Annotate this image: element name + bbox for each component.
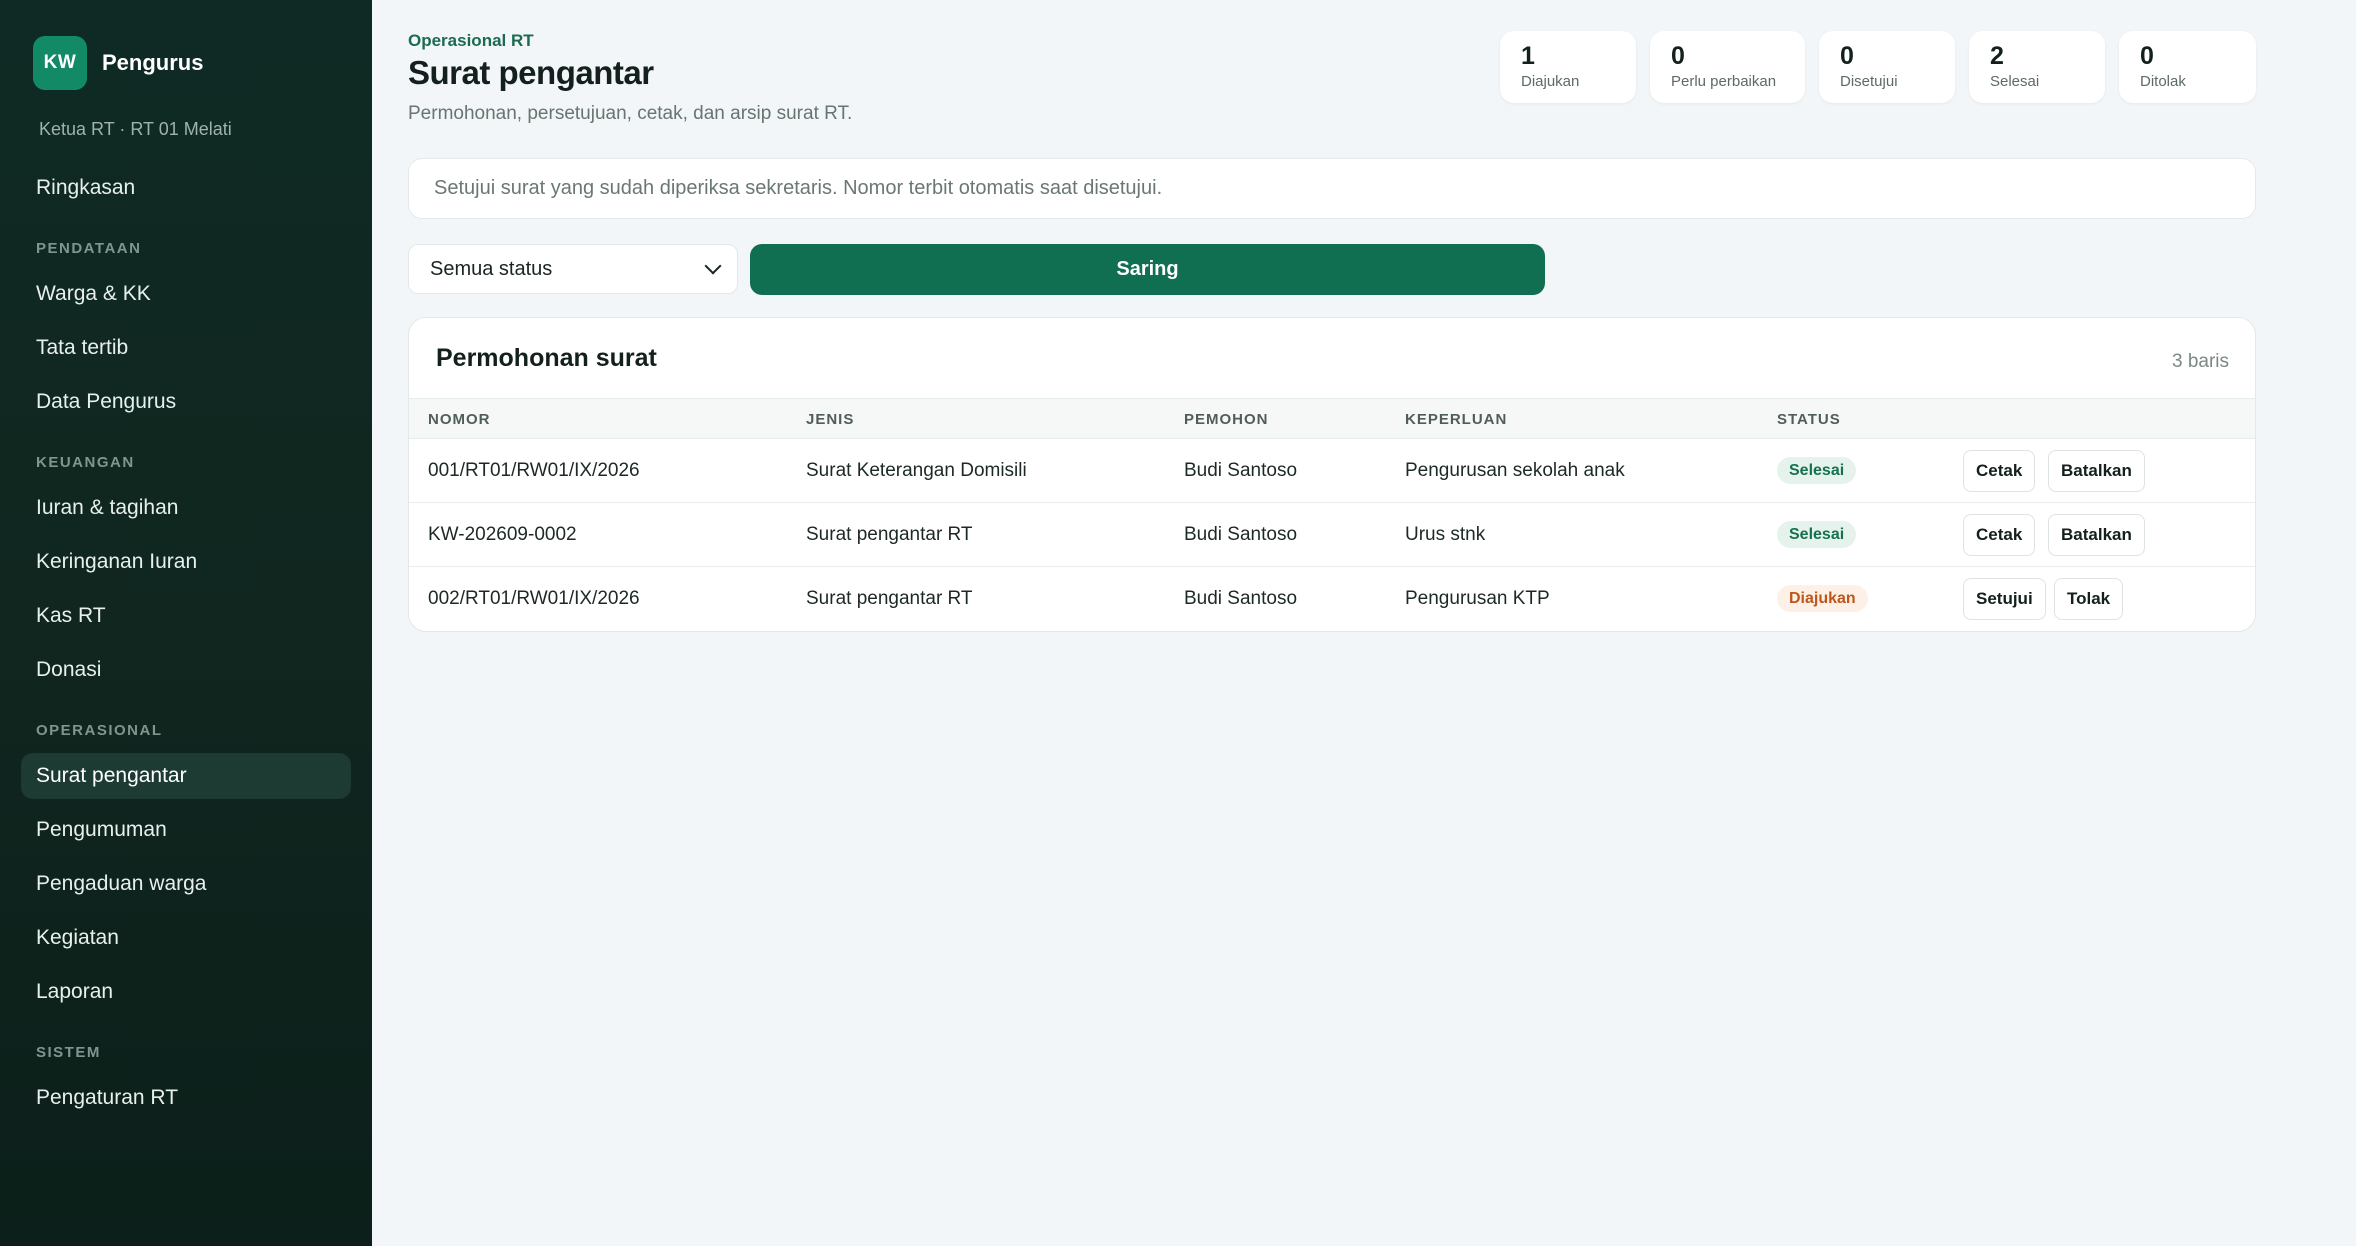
status-select-value: Semua status [430, 257, 553, 280]
col-nomor: NOMOR [428, 411, 491, 428]
sidebar-item-tata-tertib[interactable]: Tata tertib [21, 325, 351, 371]
stat-ditolak: 0 Ditolak [2119, 31, 2256, 103]
reject-button[interactable]: Tolak [2054, 578, 2124, 620]
brand-name: Pengurus [102, 50, 204, 75]
cell-jenis: Surat Keterangan Domisili [806, 460, 1027, 481]
requests-card: Permohonan surat 3 baris NOMOR JENIS PEM… [408, 317, 2256, 632]
sidebar-item-kegiatan[interactable]: Kegiatan [21, 915, 351, 961]
cell-jenis: Surat pengantar RT [806, 524, 973, 545]
col-jenis: JENIS [806, 411, 855, 428]
table-row: 002/RT01/RW01/IX/2026 Surat pengantar RT… [409, 567, 2255, 631]
cancel-button[interactable]: Batalkan [2048, 450, 2145, 492]
print-button[interactable]: Cetak [1963, 514, 2036, 556]
stat-perlu-perbaikan: 0 Perlu perbaikan [1650, 31, 1805, 103]
status-select[interactable]: Semua status [408, 244, 738, 294]
page-title: Surat pengantar [408, 54, 654, 91]
print-button[interactable]: Cetak [1963, 450, 2036, 492]
table-row: KW-202609-0002 Surat pengantar RT Budi S… [409, 503, 2255, 567]
approve-button[interactable]: Setujui [1963, 578, 2046, 620]
cell-keperluan: Pengurusan KTP [1405, 588, 1550, 609]
cell-keperluan: Pengurusan sekolah anak [1405, 460, 1625, 481]
row-count: 3 baris [2171, 351, 2229, 372]
cell-pemohon: Budi Santoso [1184, 524, 1298, 545]
sidebar-item-warga[interactable]: Warga & KK [21, 271, 351, 317]
sidebar-item-surat[interactable]: Surat pengantar [21, 753, 351, 799]
info-notice: Setujui surat yang sudah diperiksa sekre… [408, 158, 2256, 219]
cell-keperluan: Urus stnk [1405, 524, 1486, 545]
sidebar-item-ringkasan[interactable]: Ringkasan [21, 165, 351, 211]
sidebar-item-pengaduan[interactable]: Pengaduan warga [21, 861, 351, 907]
sidebar-item-laporan[interactable]: Laporan [21, 969, 351, 1015]
table-header: NOMOR JENIS PEMOHON KEPERLUAN STATUS [409, 398, 2255, 439]
col-status: STATUS [1777, 411, 1841, 428]
sidebar-item-donasi[interactable]: Donasi [21, 647, 351, 693]
brand-logo: KW [33, 36, 87, 90]
brand[interactable]: KW Pengurus [33, 36, 203, 90]
stat-label: Diajukan [1521, 72, 1580, 90]
cell-nomor: 001/RT01/RW01/IX/2026 [428, 460, 640, 481]
section-operasional: OPERASIONAL [36, 722, 163, 739]
col-keperluan: KEPERLUAN [1405, 411, 1508, 428]
status-badge: Selesai [1777, 521, 1857, 548]
sidebar: KW Pengurus Ketua RT · RT 01 Melati Ring… [0, 0, 372, 1246]
section-pendataan: PENDATAAN [36, 240, 142, 257]
cell-jenis: Surat pengantar RT [806, 588, 973, 609]
stat-value: 0 [1840, 42, 1854, 70]
sidebar-item-data-pengurus[interactable]: Data Pengurus [21, 379, 351, 425]
status-badge: Diajukan [1777, 585, 1868, 612]
stat-label: Selesai [1990, 72, 2040, 90]
stat-label: Ditolak [2140, 72, 2186, 90]
cell-pemohon: Budi Santoso [1184, 588, 1298, 609]
user-role: Ketua RT · RT 01 Melati [39, 119, 232, 139]
sidebar-item-pengaturan[interactable]: Pengaturan RT [21, 1075, 351, 1121]
status-badge: Selesai [1777, 457, 1857, 484]
sidebar-item-kas[interactable]: Kas RT [21, 593, 351, 639]
card-title: Permohonan surat [436, 344, 657, 372]
section-keuangan: KEUANGAN [36, 454, 135, 471]
sidebar-item-iuran[interactable]: Iuran & tagihan [21, 485, 351, 531]
stat-label: Disetujui [1840, 72, 1898, 90]
chevron-down-icon [704, 257, 722, 275]
stat-diajukan: 1 Diajukan [1500, 31, 1636, 103]
sidebar-item-pengumuman[interactable]: Pengumuman [21, 807, 351, 853]
section-sistem: SISTEM [36, 1044, 101, 1061]
filter-button[interactable]: Saring [750, 244, 1545, 295]
stat-value: 2 [1990, 42, 2004, 70]
col-pemohon: PEMOHON [1184, 411, 1269, 428]
cell-nomor: 002/RT01/RW01/IX/2026 [428, 588, 640, 609]
cell-pemohon: Budi Santoso [1184, 460, 1298, 481]
cell-nomor: KW-202609-0002 [428, 524, 577, 545]
stat-value: 1 [1521, 42, 1535, 70]
stat-disetujui: 0 Disetujui [1819, 31, 1955, 103]
table-row: 001/RT01/RW01/IX/2026 Surat Keterangan D… [409, 439, 2255, 503]
page-subtitle: Permohonan, persetujuan, cetak, dan arsi… [408, 103, 853, 124]
page-eyebrow: Operasional RT [408, 31, 534, 50]
stat-value: 0 [1671, 42, 1685, 70]
stat-value: 0 [2140, 42, 2154, 70]
stat-label: Perlu perbaikan [1671, 72, 1777, 90]
stat-selesai: 2 Selesai [1969, 31, 2105, 103]
sidebar-item-keringanan[interactable]: Keringanan Iuran [21, 539, 351, 585]
cancel-button[interactable]: Batalkan [2048, 514, 2145, 556]
